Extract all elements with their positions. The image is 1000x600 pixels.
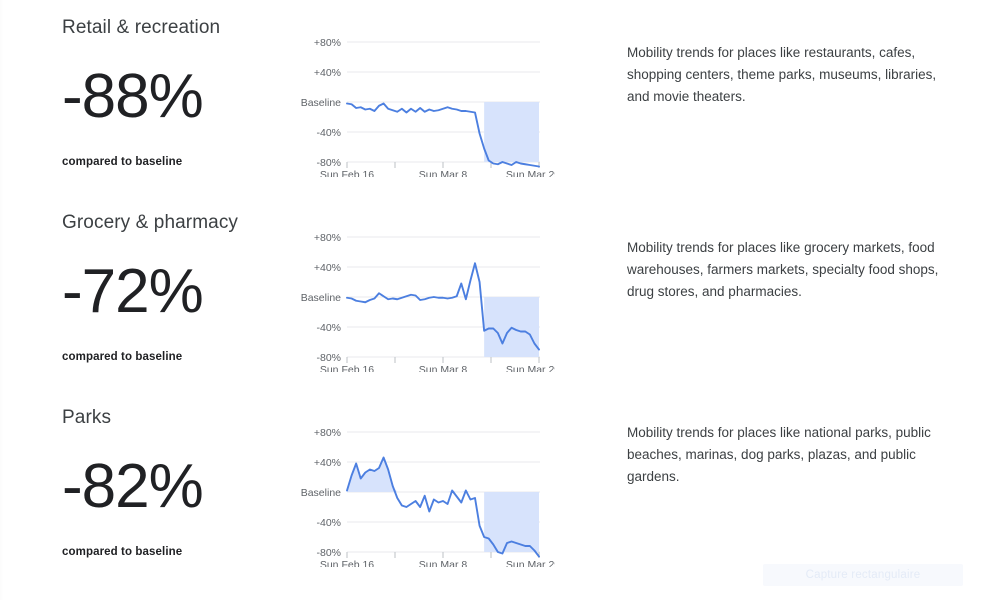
x-tick-label-end: Sun Mar 29 [506,559,555,567]
baseline-comparison-label: compared to baseline [62,546,183,558]
mobility-trend-chart-svg[interactable]: +80% +40% Baseline -40% -80% Sun Feb 16 … [290,32,555,177]
y-tick-label: +80% [314,427,341,439]
y-tick-label: -40% [316,517,341,529]
chart-series-group [346,102,540,168]
chart-series-group [346,456,540,558]
y-tick-label: -80% [316,352,341,364]
mobility-trend-chart-svg[interactable]: +80% +40% Baseline -40% -80% Sun Feb 16 … [290,227,555,372]
chart-area-fill [484,102,539,162]
capture-rectangulaire-overlay[interactable]: Capture rectangulaire [763,564,963,586]
chart-y-axis-labels: +80% +40% Baseline -40% -80% [301,427,341,559]
chart-x-axis-labels: Sun Feb 16 Sun Mar 8 Sun Mar 29 [320,559,555,567]
chart-x-axis-labels: Sun Feb 16 Sun Mar 8 Sun Mar 29 [320,169,555,177]
y-tick-label: -80% [316,547,341,559]
description-retail-recreation: Mobility trends for places like restaura… [627,42,947,108]
category-description: Mobility trends for places like restaura… [627,45,937,104]
chart-x-axis-labels: Sun Feb 16 Sun Mar 8 Sun Mar 29 [320,364,555,372]
mobility-report-page: Retail & recreation -88% compared to bas… [0,0,1000,600]
y-tick-label: +80% [314,37,341,49]
y-tick-label: +80% [314,232,341,244]
x-tick-label-end: Sun Mar 29 [506,364,555,372]
summary-parks: Parks -82% compared to baseline [62,398,292,560]
y-tick-label-baseline: Baseline [301,97,341,109]
x-tick-label-end: Sun Mar 29 [506,169,555,177]
chart-grocery-pharmacy[interactable]: +80% +40% Baseline -40% -80% Sun Feb 16 … [290,227,555,372]
x-tick-label-start: Sun Feb 16 [320,559,374,567]
chart-x-axis-ticks [346,357,540,363]
y-tick-label: +40% [314,67,341,79]
chart-parks[interactable]: +80% +40% Baseline -40% -80% Sun Feb 16 … [290,422,555,567]
x-tick-label-start: Sun Feb 16 [320,169,374,177]
y-tick-label: +40% [314,262,341,274]
y-tick-label: -40% [316,322,341,334]
description-grocery-pharmacy: Mobility trends for places like grocery … [627,237,947,303]
summary-grocery-pharmacy: Grocery & pharmacy -72% compared to base… [62,203,292,365]
x-tick-label-mid: Sun Mar 8 [419,559,468,567]
baseline-comparison-label: compared to baseline [62,156,183,168]
chart-retail-recreation[interactable]: +80% +40% Baseline -40% -80% Sun Feb 16 … [290,32,555,177]
percent-change-value: -88% [62,62,204,131]
category-title: Parks [62,407,112,428]
description-parks: Mobility trends for places like national… [627,422,947,488]
y-tick-label-baseline: Baseline [301,487,341,499]
y-tick-label: -40% [316,127,341,139]
category-title: Retail & recreation [62,17,221,38]
y-tick-label: +40% [314,457,341,469]
y-tick-label-baseline: Baseline [301,292,341,304]
x-tick-label-mid: Sun Mar 8 [419,169,468,177]
mobility-trend-chart-svg[interactable]: +80% +40% Baseline -40% -80% Sun Feb 16 … [290,422,555,567]
percent-change-value: -72% [62,257,204,326]
chart-series-group [346,262,540,357]
category-title: Grocery & pharmacy [62,212,239,233]
chart-y-axis-labels: +80% +40% Baseline -40% -80% [301,37,341,169]
baseline-comparison-label: compared to baseline [62,351,183,363]
category-description: Mobility trends for places like national… [627,425,931,484]
x-tick-label-start: Sun Feb 16 [320,364,374,372]
x-tick-label-mid: Sun Mar 8 [419,364,468,372]
y-tick-label: -80% [316,157,341,169]
chart-x-axis-ticks [346,552,540,558]
percent-change-value: -82% [62,452,204,521]
summary-retail-recreation: Retail & recreation -88% compared to bas… [62,8,292,170]
category-description: Mobility trends for places like grocery … [627,240,939,299]
chart-y-axis-labels: +80% +40% Baseline -40% -80% [301,232,341,364]
capture-edge-seam [0,0,3,600]
chart-area-fill [347,457,539,552]
